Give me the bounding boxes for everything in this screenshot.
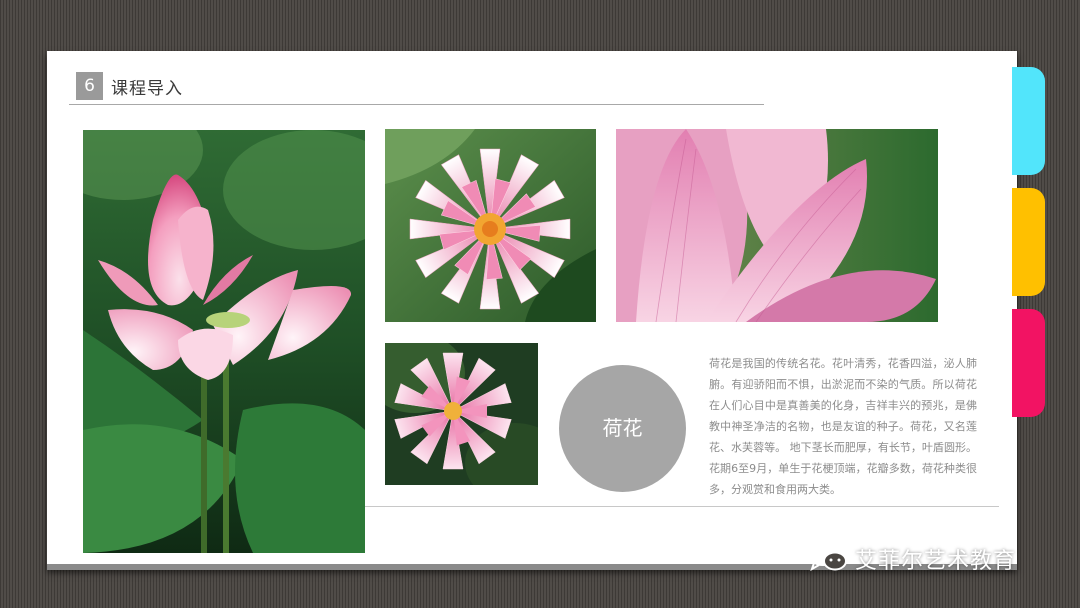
side-tab-cyan[interactable] [1012, 67, 1045, 175]
bottom-divider [365, 506, 999, 507]
wechat-icon [807, 541, 849, 577]
water-lily-top-view-photo [385, 129, 596, 322]
lotus-description: 荷花是我国的传统名花。花叶清秀，花香四溢，泌人肺腑。有迎骄阳而不惧，出淤泥而不染… [709, 357, 977, 496]
watermark-brand: 艾菲尔艺术教育 [855, 549, 1017, 574]
section-number: 6 [76, 72, 103, 100]
title-divider [69, 104, 764, 105]
pink-lotus-flower-photo [385, 343, 538, 485]
lotus-bud-and-bloom-photo [83, 130, 365, 553]
topic-badge: 荷花 [559, 365, 686, 492]
lotus-petal-closeup-photo [616, 129, 938, 322]
section-title: 课程导入 [111, 79, 183, 99]
side-tab-yellow[interactable] [1012, 188, 1045, 296]
watermark: 艾菲尔艺术教育 [807, 542, 1016, 576]
side-tab-pink[interactable] [1012, 309, 1045, 417]
